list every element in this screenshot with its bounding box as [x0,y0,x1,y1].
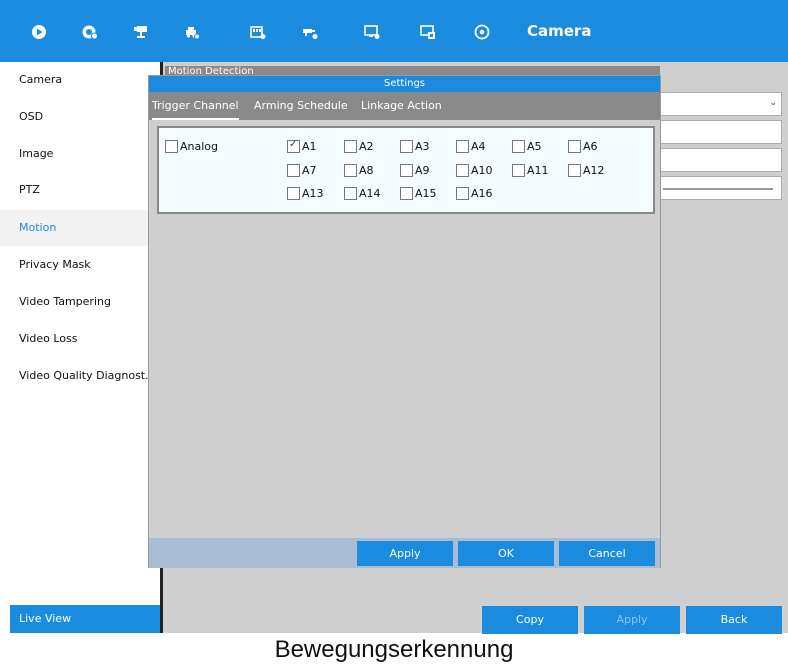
checkbox-label: Analog [180,140,219,153]
checkbox-box [568,139,581,153]
input-field[interactable] [658,148,782,172]
checkbox-box [512,139,525,153]
sidebar-item-motion[interactable]: Motion [0,210,160,246]
cancel-button[interactable]: Cancel [559,541,655,566]
live-view-button[interactable]: Live View [10,605,160,633]
analog-checkbox[interactable]: Analog [165,139,219,154]
vehicle-icon[interactable] [184,24,200,40]
channel-checkbox[interactable]: A7 [287,163,317,178]
checkbox-box [400,163,413,177]
checkbox-label: A12 [583,164,605,177]
checkbox-label: A13 [302,187,324,200]
checkbox-label: A16 [471,187,493,200]
channel-checkbox[interactable]: A9 [400,163,430,178]
channel-checkbox[interactable]: A12 [568,163,605,178]
checkbox-box [287,186,300,200]
dialog-apply-button[interactable]: Apply [357,541,453,566]
checkbox-label: A14 [359,187,381,200]
checkbox-label: A9 [415,164,430,177]
checkbox-box [344,186,357,200]
dropdown-field[interactable]: ⌄ [658,92,782,116]
shutdown-icon[interactable] [474,24,490,40]
playback-icon[interactable] [31,24,47,40]
checkbox-box [456,163,469,177]
checkbox-box [568,163,581,177]
checkbox-box [512,163,525,177]
apply-button[interactable]: Apply [584,606,680,634]
top-menu-bar: Camera [0,0,788,62]
camera-management-icon[interactable] [133,24,149,40]
checkbox-label: A1 [302,140,317,153]
channel-checkbox[interactable]: A5 [512,139,542,154]
slider-track [663,188,773,190]
sidebar-item-camera[interactable]: Camera [0,62,160,98]
sensitivity-slider[interactable] [658,176,782,200]
channel-checkbox[interactable]: A2 [344,139,374,154]
input-field[interactable] [658,120,782,144]
channel-checkbox[interactable]: A11 [512,163,549,178]
channel-checkbox[interactable]: A6 [568,139,598,154]
checkbox-label: A15 [415,187,437,200]
sidebar-item-ptz[interactable]: PTZ [0,172,160,208]
dialog-title: Settings [149,76,660,92]
checkbox-box [165,139,178,153]
checkbox-label: A11 [527,164,549,177]
sidebar-item-video-loss[interactable]: Video Loss [0,321,160,357]
caption: Bewegungserkennung [274,636,514,663]
checkbox-box [400,186,413,200]
checkbox-label: A7 [302,164,317,177]
checkbox-label: A10 [471,164,493,177]
channel-checkbox[interactable]: A14 [344,186,381,201]
checkbox-label: A2 [359,140,374,153]
checkbox-box [344,139,357,153]
channel-panel: Analog A1 A2 A3 A4 A5 A6 A7 A8 A9 A10 A11 A12 A13 A14… [157,126,655,214]
channel-checkbox[interactable]: A13 [287,186,324,201]
checkbox-box [287,163,300,177]
channel-checkbox[interactable]: A15 [400,186,437,201]
sidebar-item-privacy-mask[interactable]: Privacy Mask [0,247,160,283]
maintenance-icon[interactable] [420,24,436,40]
checkbox-label: A4 [471,140,486,153]
tab-trigger-channel[interactable]: Trigger Channel [152,92,239,120]
channel-checkbox[interactable]: A1 [287,138,317,154]
checkbox-box [456,139,469,153]
channel-checkbox[interactable]: A10 [456,163,493,178]
sidebar-item-osd[interactable]: OSD [0,99,160,135]
record-settings-icon[interactable] [82,24,98,40]
chevron-down-icon: ⌄ [769,98,777,108]
network-icon[interactable] [302,24,318,40]
tab-linkage-action[interactable]: Linkage Action [361,92,442,120]
checkbox-label: A8 [359,164,374,177]
copy-button[interactable]: Copy [482,606,578,634]
checkbox-box [400,139,413,153]
checkbox-label: A6 [583,140,598,153]
back-button[interactable]: Back [686,606,782,634]
checkbox-label: A3 [415,140,430,153]
channel-checkbox[interactable]: A16 [456,186,493,201]
ok-button[interactable]: OK [458,541,554,566]
channel-checkbox[interactable]: A3 [400,139,430,154]
sidebar-item-image[interactable]: Image [0,136,160,172]
sidebar-item-video-quality[interactable]: Video Quality Diagnost... [0,358,160,394]
checkbox-box [344,163,357,177]
checkbox-box [287,138,300,153]
system-icon[interactable] [364,24,380,40]
checkbox-label: A5 [527,140,542,153]
storage-icon[interactable] [250,24,266,40]
channel-checkbox[interactable]: A4 [456,139,486,154]
channel-checkbox[interactable]: A8 [344,163,374,178]
checkbox-box [456,186,469,200]
sidebar-item-video-tampering[interactable]: Video Tampering [0,284,160,320]
sidebar: Camera OSD Image PTZ Motion Privacy Mask… [0,62,160,633]
settings-dialog: Settings Trigger Channel Arming Schedule… [148,75,661,568]
dialog-tabs: Trigger Channel Arming Schedule Linkage … [149,92,660,120]
tab-arming-schedule[interactable]: Arming Schedule [254,92,348,120]
page-title: Camera [527,22,592,40]
